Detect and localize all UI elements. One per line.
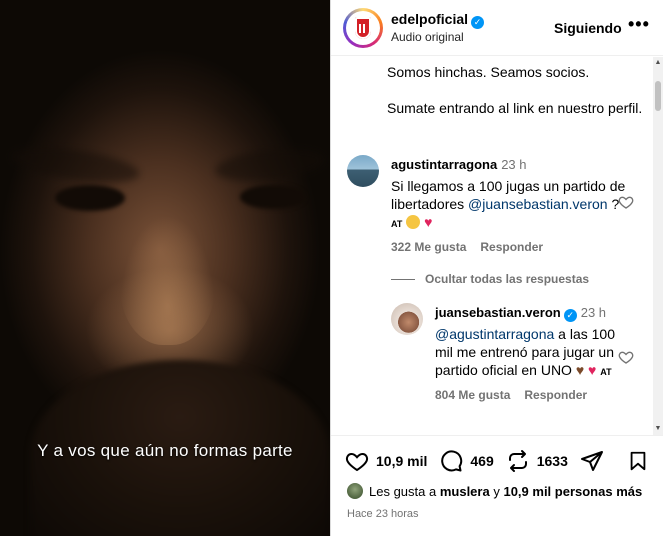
share-button[interactable]	[580, 449, 604, 473]
scrollbar[interactable]: ▲ ▼	[653, 57, 663, 435]
bookmark-icon[interactable]	[627, 449, 649, 473]
like-comment-icon[interactable]	[618, 194, 634, 210]
account-username[interactable]: edelpoficial ✓	[391, 11, 485, 29]
commenter-avatar[interactable]	[347, 155, 379, 187]
comment-username[interactable]: juansebastian.veron	[435, 305, 561, 320]
scroll-up-icon[interactable]: ▲	[654, 59, 662, 67]
post-panel: edelpoficial ✓ Audio original Siguiendo •…	[330, 0, 663, 536]
share-icon	[580, 451, 603, 471]
reply-button[interactable]: Responder	[480, 240, 543, 254]
caption-line: Somos hinchas. Seamos socios.	[387, 64, 590, 80]
hide-replies-label[interactable]: Ocultar todas las respuestas	[425, 272, 589, 286]
repost-button[interactable]: 1633	[506, 449, 568, 473]
likes-summary: Les gusta a muslera y 10,9 mil personas …	[347, 483, 642, 499]
face-emoji-icon	[406, 215, 421, 229]
face-eye	[240, 185, 305, 209]
face-eye	[55, 185, 125, 211]
comment-button[interactable]: 469	[439, 449, 494, 473]
commenter-avatar[interactable]	[391, 303, 423, 335]
at-emoji: AT	[600, 367, 612, 377]
avatar-inner	[346, 11, 380, 45]
comment-time[interactable]: 23 h	[501, 157, 526, 172]
comment-icon	[441, 450, 463, 472]
mention-link[interactable]: @agustintarragona	[435, 326, 554, 342]
comment-likes[interactable]: 322 Me gusta	[391, 240, 466, 254]
heart-emoji-icon: ♥	[588, 362, 597, 378]
following-button[interactable]: Siguiendo	[554, 20, 622, 36]
face-highlight	[120, 215, 215, 345]
comment-meta: 322 Me gusta Responder	[391, 240, 626, 254]
comment-reply: juansebastian.veron ✓ 23 h @agustintarrago…	[435, 304, 625, 402]
post-footer: 10,9 mil 469 1633 Les gusta a muslera y …	[331, 435, 663, 536]
post-header: edelpoficial ✓ Audio original Siguiendo •…	[331, 0, 663, 56]
like-button[interactable]: 10,9 mil	[345, 449, 427, 473]
account-avatar[interactable]	[343, 8, 383, 48]
comment-likes[interactable]: 804 Me gusta	[435, 388, 510, 402]
brown-heart-emoji-icon: ♥	[575, 362, 585, 378]
face-shadow	[213, 144, 327, 186]
likes-prefix: Les gusta a	[369, 483, 437, 499]
username-text[interactable]: edelpoficial	[391, 11, 468, 27]
video-subtitle: Y a vos que aún no formas parte	[37, 441, 293, 460]
likes-mid: y	[493, 483, 500, 499]
scrollbar-thumb[interactable]	[655, 81, 661, 111]
divider-line	[391, 279, 415, 281]
repost-icon	[508, 450, 527, 472]
caption-line: Sumate entrando al link en nuestro perfi…	[387, 100, 643, 116]
more-options-icon[interactable]: •••	[628, 14, 650, 35]
at-emoji: AT	[391, 219, 403, 229]
verified-badge-icon: ✓	[563, 309, 577, 322]
post-timestamp[interactable]: Hace 23 horas	[347, 508, 419, 520]
liker-avatar[interactable]	[347, 483, 363, 499]
like-count[interactable]: 10,9 mil	[376, 453, 427, 469]
comment-time[interactable]: 23 h	[581, 305, 606, 320]
scroll-down-icon[interactable]: ▼	[654, 425, 662, 433]
verified-badge-icon: ✓	[471, 16, 485, 29]
comment-text: @agustintarragona a las 100 mil me entre…	[435, 325, 625, 381]
club-logo-icon	[355, 17, 371, 39]
hide-replies-button[interactable]: Ocultar todas las respuestas	[391, 272, 589, 286]
action-bar: 10,9 mil 469 1633	[345, 448, 616, 474]
likes-others-link[interactable]: 10,9 mil personas más	[503, 484, 642, 499]
repost-count[interactable]: 1633	[537, 453, 568, 469]
face-shadow	[8, 141, 142, 189]
liker-username[interactable]: muslera	[440, 484, 490, 499]
post-caption: Somos hinchas. Seamos socios. Sumate ent…	[387, 63, 647, 135]
post-video[interactable]: Y a vos que aún no formas parte	[0, 0, 330, 536]
mention-link[interactable]: @juansebastian.veron	[468, 196, 608, 212]
like-comment-icon[interactable]	[618, 349, 634, 365]
audio-link[interactable]: Audio original	[391, 30, 464, 44]
heart-icon	[345, 452, 369, 472]
comments-scroll-area[interactable]: Somos hinchas. Seamos socios. Sumate ent…	[331, 57, 663, 435]
reply-button[interactable]: Responder	[524, 388, 587, 402]
comment: agustintarragona 23 h Si llegamos a 100 j…	[391, 156, 626, 254]
comment-username[interactable]: agustintarragona	[391, 157, 497, 172]
comment-text: Si llegamos a 100 jugas un partido de li…	[391, 177, 626, 233]
comment-meta: 804 Me gusta Responder	[435, 388, 625, 402]
heart-emoji-icon: ♥	[424, 214, 433, 230]
comment-count[interactable]: 469	[470, 453, 493, 469]
